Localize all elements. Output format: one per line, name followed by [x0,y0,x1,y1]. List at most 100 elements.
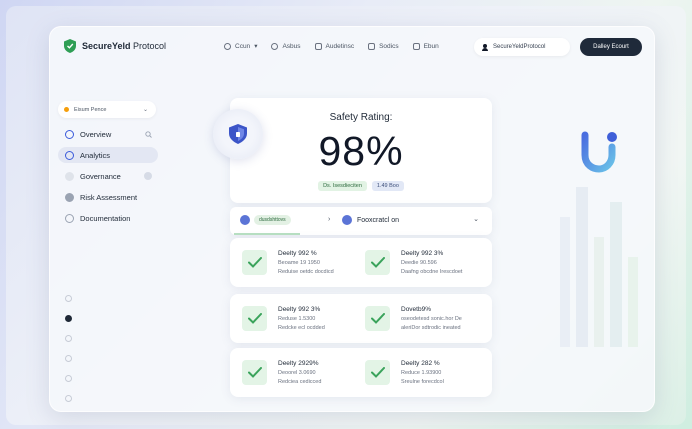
sidebar-item-risk-assessment[interactable]: Risk Assessment [58,189,158,205]
circle-icon [65,171,74,181]
page-dots [65,295,72,402]
status-dot-icon [64,107,69,112]
sidebar-item-label: Overview [80,129,112,139]
nav-item-audetinsc[interactable]: Audetinsc [314,42,355,50]
grid-icon [314,42,322,50]
check-title: Deelty 992 % [278,250,317,257]
check-title: Deelty 992 3% [278,306,321,313]
chevron-down-icon: ▾ [254,43,258,50]
search-icon [145,130,152,138]
protocol-logo-icon [581,131,617,173]
check-sub: Sreulne forecdcol [401,379,444,385]
check-sub: aleriDor sdtrodic ineated [401,325,461,331]
nav-item-asbus[interactable]: Asbus [271,42,301,50]
check-icon [242,250,267,275]
sidebar-item-label: Governance [80,171,121,181]
check-item[interactable]: Deelty 282 % Reduce 1.93900 Sreulne forecd… [353,348,477,397]
sidebar-item-label: Analytics [80,150,111,160]
check-item[interactable]: Deelty 2929% Deoorel 3.0690 Redciea cedicc… [230,348,354,397]
check-icon [242,306,267,331]
sidebar-item-analytics[interactable]: Analytics [58,147,158,163]
brand-name: SecureYeld Protocol [82,41,167,51]
filter-dropdown-label: Fooxcratcl on [357,216,400,224]
rating-title: Safety Rating: [329,112,393,123]
check-sub: Daafng obcdne Irescdoet [401,269,463,275]
sidebar-item-documentation[interactable]: Documentation [58,210,158,226]
tab-underline [234,233,300,235]
shield-logo-icon [64,39,76,53]
check-icon [242,360,267,385]
check-sub: Reduise oetdc docdicd [278,269,334,275]
nav-label: Asbus [282,42,301,50]
user-icon [482,43,488,51]
nav-item-sodics[interactable]: Sodics [368,42,399,50]
page-dot[interactable] [65,295,72,302]
filter-bar: dusdshttovs › Fooxcratcl on ⌄ [230,207,492,235]
nav-item-ccun[interactable]: Ccun ▾ [224,42,257,50]
page-dot-active[interactable] [65,315,72,322]
check-sub: Deedie 90.596 [401,260,437,266]
sidebar-item-label: Risk Assessment [80,192,138,202]
app-window: SecureYeld Protocol Ccun ▾ Asbus Audetin… [49,26,655,412]
badge-icon [342,215,352,225]
check-sub: Redciea cedicced [278,379,322,385]
check-row: Deelty 992 % Beoame 19 1950 Reduise oetdc … [230,238,492,287]
brand[interactable]: SecureYeld Protocol [64,39,166,53]
background-bars-decoration [560,187,638,347]
connect-button[interactable]: Dalley Ecourt [580,38,642,56]
nav-label: Ccun [235,42,251,50]
check-sub: oseodetesd sonic.hor De [401,316,462,322]
circle-icon [65,192,74,202]
score-badge: 1.49 Boo [371,181,404,191]
check-item[interactable]: Deelty 992 % Beoame 19 1950 Reduise oetdc … [230,238,354,287]
chevron-right-icon: › [328,216,331,223]
page-dot[interactable] [65,355,72,362]
shield-badge [213,109,263,159]
sidebar-item-overview[interactable]: Overview [58,126,158,142]
filter-tab[interactable]: dusdshttovs [240,215,291,225]
selector-label: Eisum Pence [74,106,107,113]
filter-dropdown[interactable]: Fooxcratcl on [342,215,399,225]
check-sub: Beoame 19 1950 [278,260,320,266]
badge-icon [240,215,250,225]
filter-chip: dusdshttovs [254,215,291,225]
sidebar-item-label: Documentation [80,213,131,223]
toggle-icon [144,172,152,180]
status-badge: Ds. Isesdieciten [318,181,367,191]
nav-item-ebun[interactable]: Ebun [412,42,439,50]
wallet-label: SecureYeldProtocol [493,44,546,50]
shield-icon [229,124,247,144]
circle-icon [65,129,74,139]
circle-icon [65,213,74,223]
check-row: Deelty 992 3% Reduse 1.5300 Redcke ecl ocd… [230,294,492,343]
rating-tags: Ds. Isesdieciten 1.49 Boo [230,181,492,191]
check-item[interactable]: Dovetb9% oseodetesd sonic.hor De aleriDor … [353,294,477,343]
building-icon [368,42,376,50]
check-sub: Reduse 1.5300 [278,316,316,322]
pool-selector[interactable]: Eisum Pence ⌄ [58,101,156,118]
nav-label: Sodics [379,42,399,50]
circle-icon [65,150,74,160]
safety-rating-card: Safety Rating: 98% Ds. Isesdieciten 1.49… [230,98,492,203]
page-dot[interactable] [65,335,72,342]
page-dot[interactable] [65,395,72,402]
check-item[interactable]: Deelty 992 3% Deedie 90.596 Daafng obcdne … [353,238,477,287]
check-sub: Deoorel 3.0690 [278,370,316,376]
check-title: Dovetb9% [401,306,431,313]
nav-label: Audetinsc [325,42,355,50]
nav-label: Ebun [423,42,439,50]
main-nav: Ccun ▾ Asbus Audetinsc Sodics Ebun [224,42,439,50]
document-icon [412,42,420,50]
top-header: SecureYeld Protocol Ccun ▾ Asbus Audetin… [50,27,654,67]
check-title: Deelty 992 3% [401,250,444,257]
wallet-address-pill[interactable]: SecureYeldProtocol [474,38,570,56]
check-item[interactable]: Deelty 992 3% Reduse 1.5300 Redcke ecl ocd… [230,294,354,343]
check-title: Deelty 2929% [278,360,319,367]
check-row: Deelty 2929% Deoorel 3.0690 Redciea cedicc… [230,348,492,397]
circle-icon [224,42,231,50]
check-sub: Reduce 1.93900 [401,370,442,376]
page-dot[interactable] [65,375,72,382]
sidebar: Eisum Pence ⌄ Overview Analytics Governa… [58,101,170,226]
sidebar-item-governance[interactable]: Governance [58,168,158,184]
chevron-down-icon[interactable]: ⌄ [473,215,479,223]
